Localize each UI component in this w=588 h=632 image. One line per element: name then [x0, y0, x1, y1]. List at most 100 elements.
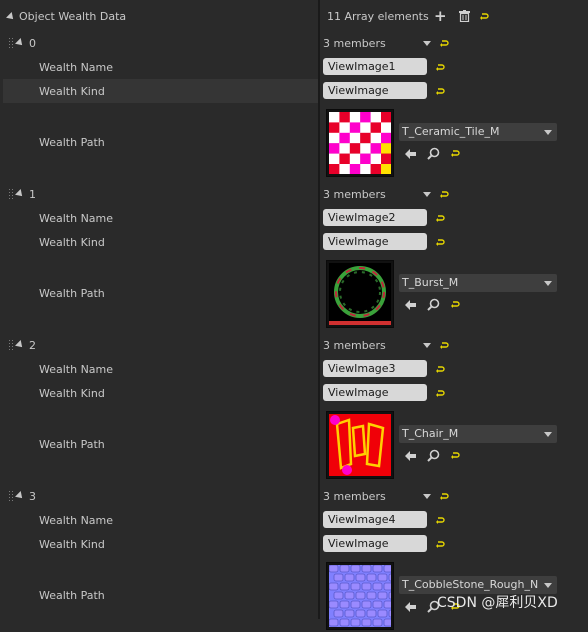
- reset-icon[interactable]: [440, 190, 449, 199]
- asset-thumbnail[interactable]: [326, 562, 394, 630]
- reset-icon[interactable]: [436, 540, 445, 549]
- asset-name: T_Chair_M: [402, 427, 459, 440]
- add-icon[interactable]: +: [434, 9, 447, 24]
- asset-thumbnail[interactable]: [326, 109, 394, 177]
- wealth-path-label: Wealth Path: [39, 287, 105, 300]
- wealth-name-input[interactable]: ViewImage1: [323, 58, 427, 75]
- wealth-path-row: Wealth Path T_Chair_M: [0, 409, 588, 481]
- texture-preview-image: [329, 565, 391, 627]
- wealth-name-label: Wealth Name: [39, 61, 114, 74]
- drag-handle-icon[interactable]: [9, 491, 13, 501]
- asset-picker-dropdown[interactable]: T_Chair_M: [399, 425, 557, 443]
- members-summary: 3 members: [323, 188, 386, 201]
- wealth-kind-label: Wealth Kind: [39, 236, 105, 249]
- use-selected-arrow-icon[interactable]: [404, 299, 417, 311]
- reset-icon[interactable]: [440, 39, 449, 48]
- wealth-name-row: Wealth Name ViewImage1: [0, 57, 588, 77]
- reset-icon[interactable]: [451, 149, 460, 158]
- wealth-kind-input[interactable]: ViewImage: [323, 384, 427, 401]
- reset-icon[interactable]: [480, 12, 489, 21]
- wealth-path-label: Wealth Path: [39, 136, 105, 149]
- asset-picker-dropdown[interactable]: T_Burst_M: [399, 274, 557, 292]
- array-element-row[interactable]: 2 3 members: [0, 335, 588, 355]
- expand-triangle-icon[interactable]: [15, 491, 25, 501]
- browse-search-icon[interactable]: [427, 147, 440, 160]
- texture-preview-image: [329, 263, 391, 325]
- wealth-name-row: Wealth Name ViewImage4: [0, 510, 588, 530]
- texture-preview-image: [329, 112, 391, 174]
- asset-name: T_Ceramic_Tile_M: [402, 125, 500, 138]
- texture-preview-image: [329, 414, 391, 476]
- wealth-path-label: Wealth Path: [39, 589, 105, 602]
- array-element-row[interactable]: 3 3 members: [0, 486, 588, 506]
- drag-handle-icon[interactable]: [9, 189, 13, 199]
- drag-handle-icon[interactable]: [9, 38, 13, 48]
- wealth-kind-input[interactable]: ViewImage: [323, 233, 427, 250]
- reset-icon[interactable]: [436, 214, 445, 223]
- reset-icon[interactable]: [440, 341, 449, 350]
- reset-icon[interactable]: [436, 516, 445, 525]
- details-panel: Object Wealth Data 11 Array elements + 0…: [0, 0, 588, 630]
- reset-icon[interactable]: [436, 87, 445, 96]
- wealth-kind-label: Wealth Kind: [39, 85, 105, 98]
- reset-icon[interactable]: [436, 365, 445, 374]
- reset-icon[interactable]: [440, 492, 449, 501]
- wealth-name-input[interactable]: ViewImage3: [323, 360, 427, 377]
- chevron-down-icon[interactable]: [423, 41, 431, 46]
- wealth-kind-value-row: ViewImage: [320, 81, 588, 101]
- wealth-kind-row: Wealth Kind: [3, 79, 318, 103]
- chevron-down-icon[interactable]: [423, 494, 431, 499]
- reset-icon[interactable]: [436, 389, 445, 398]
- asset-thumbnail[interactable]: [326, 260, 394, 328]
- asset-name: T_CobbleStone_Rough_N: [402, 578, 539, 591]
- array-element-row[interactable]: 0 3 members: [0, 33, 588, 53]
- wealth-name-label: Wealth Name: [39, 212, 114, 225]
- wealth-name-label: Wealth Name: [39, 514, 114, 527]
- wealth-kind-row: Wealth Kind: [3, 532, 318, 556]
- element-index: 2: [29, 339, 36, 352]
- wealth-name-row: Wealth Name ViewImage2: [0, 208, 588, 228]
- element-index: 0: [29, 37, 36, 50]
- wealth-kind-input[interactable]: ViewImage: [323, 535, 427, 552]
- browse-search-icon[interactable]: [427, 298, 440, 311]
- use-selected-arrow-icon[interactable]: [404, 450, 417, 462]
- wealth-kind-value-row: ViewImage: [320, 383, 588, 403]
- wealth-name-label: Wealth Name: [39, 363, 114, 376]
- use-selected-arrow-icon[interactable]: [404, 601, 417, 613]
- asset-thumbnail[interactable]: [326, 411, 394, 479]
- array-title: Object Wealth Data: [19, 10, 127, 23]
- wealth-name-row: Wealth Name ViewImage3: [0, 359, 588, 379]
- wealth-kind-value-row: ViewImage: [320, 534, 588, 554]
- array-element-row[interactable]: 1 3 members: [0, 184, 588, 204]
- wealth-kind-input[interactable]: ViewImage: [323, 82, 427, 99]
- wealth-kind-row: Wealth Kind: [3, 230, 318, 254]
- wealth-kind-label: Wealth Kind: [39, 387, 105, 400]
- reset-icon[interactable]: [436, 238, 445, 247]
- chevron-down-icon: [544, 432, 552, 437]
- drag-handle-icon[interactable]: [9, 340, 13, 350]
- trash-icon[interactable]: [459, 10, 470, 23]
- expand-triangle-icon[interactable]: [15, 189, 25, 199]
- browse-search-icon[interactable]: [427, 449, 440, 462]
- expand-triangle-icon[interactable]: [15, 38, 25, 48]
- reset-icon[interactable]: [451, 451, 460, 460]
- reset-icon[interactable]: [451, 300, 460, 309]
- element-index: 3: [29, 490, 36, 503]
- use-selected-arrow-icon[interactable]: [404, 148, 417, 160]
- wealth-name-input[interactable]: ViewImage2: [323, 209, 427, 226]
- wealth-path-row: Wealth Path T_Burst_M: [0, 258, 588, 330]
- wealth-name-input[interactable]: ViewImage4: [323, 511, 427, 528]
- members-summary: 3 members: [323, 339, 386, 352]
- wealth-kind-label: Wealth Kind: [39, 538, 105, 551]
- expand-triangle-icon[interactable]: [15, 340, 25, 350]
- chevron-down-icon[interactable]: [423, 192, 431, 197]
- element-index: 1: [29, 188, 36, 201]
- wealth-path-row: Wealth Path T_Ceramic_Tile_M: [0, 107, 588, 179]
- reset-icon[interactable]: [436, 63, 445, 72]
- collapse-triangle-icon[interactable]: [6, 12, 16, 22]
- wealth-kind-row: Wealth Kind: [3, 381, 318, 405]
- watermark: CSDN @犀利贝XD: [437, 595, 558, 611]
- chevron-down-icon[interactable]: [423, 343, 431, 348]
- chevron-down-icon: [544, 583, 552, 588]
- asset-picker-dropdown[interactable]: T_Ceramic_Tile_M: [399, 123, 557, 141]
